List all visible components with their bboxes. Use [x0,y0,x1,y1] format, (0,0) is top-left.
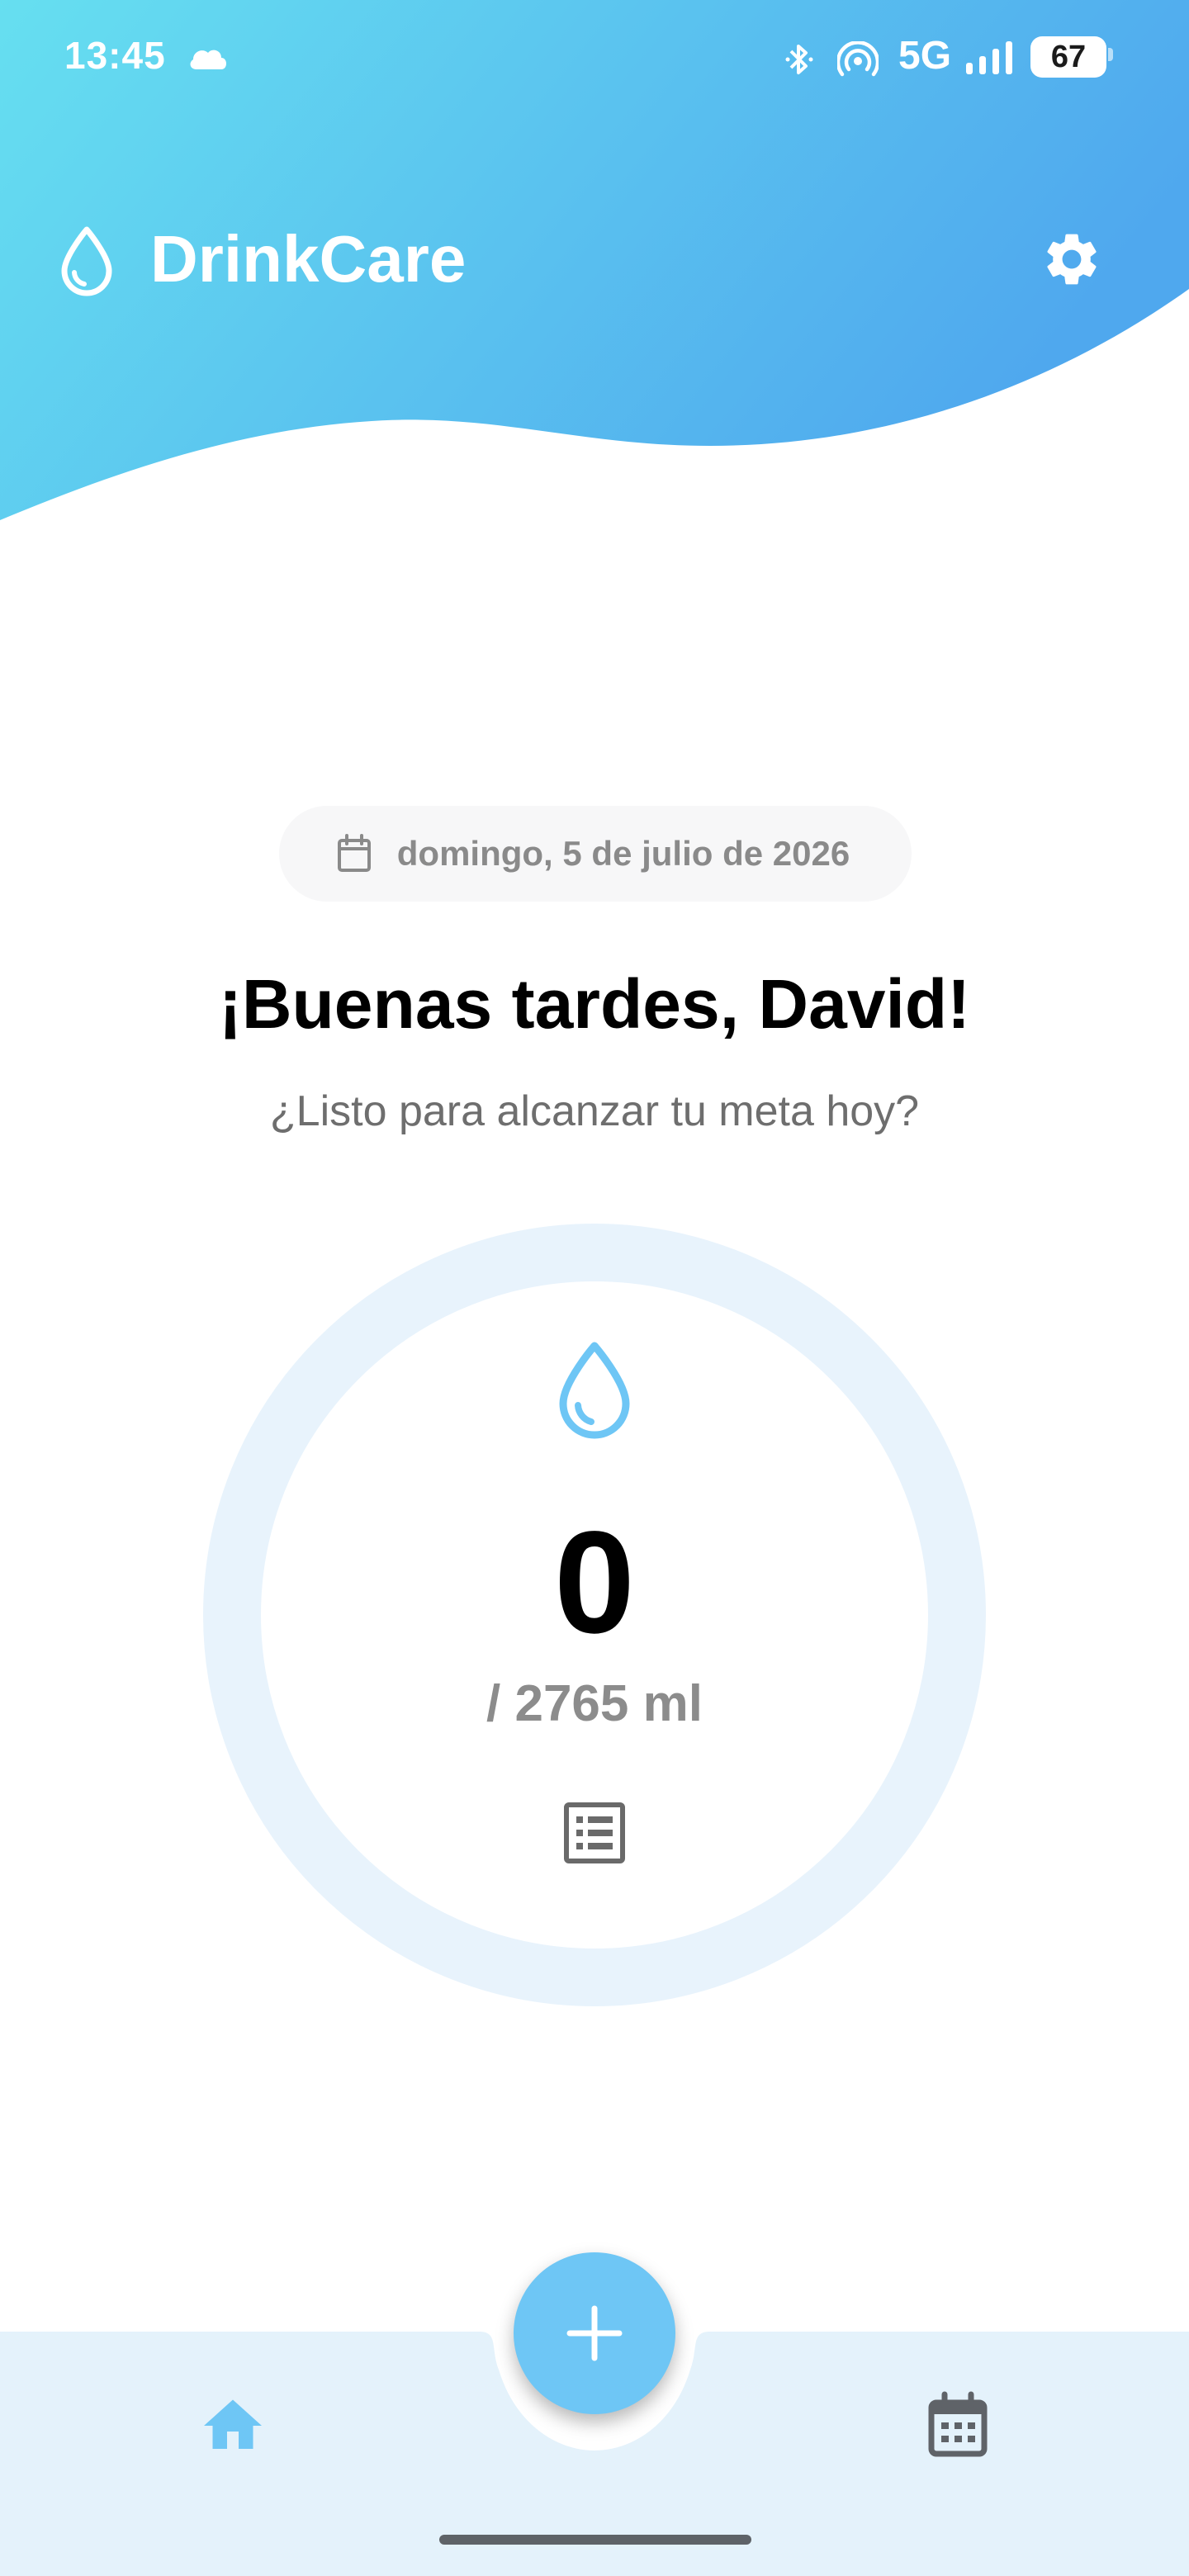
intake-goal: / 2765 ml [486,1675,703,1732]
nav-calendar-button[interactable] [923,2391,992,2460]
greeting-title: ¡Buenas tardes, David! [218,965,971,1043]
signal-icon [966,41,1012,74]
list-icon [564,1802,625,1863]
app-title: DrinkCare [150,222,467,296]
water-drop-outline-icon [61,226,112,296]
bluetooth-icon [785,45,813,74]
date-pill: domingo, 5 de julio de 2026 [279,806,912,902]
settings-button[interactable] [1040,228,1103,291]
greeting-subtitle: ¿Listo para alcanzar tu meta hoy? [269,1087,920,1135]
water-drop-icon [559,1342,630,1439]
network-type: 5G [898,34,952,78]
history-list-button[interactable] [561,1800,628,1866]
plus-icon [566,2305,623,2361]
gear-icon [1047,234,1097,285]
nav-home-button[interactable] [198,2391,268,2460]
battery-level: 67 [1050,40,1087,74]
date-text: domingo, 5 de julio de 2026 [396,834,850,873]
add-drink-button[interactable] [514,2252,675,2414]
status-time: 13:45 [64,34,166,77]
hotspot-icon [837,41,879,77]
calendar-icon [928,2391,988,2457]
status-bar: 13:45 5G 67 [0,0,1189,116]
cloud-icon [190,50,226,69]
home-indicator[interactable] [439,2535,751,2545]
home-icon [204,2399,262,2449]
intake-value: 0 [554,1502,635,1664]
battery-icon: 67 [1030,36,1106,78]
calendar-icon [337,834,371,872]
battery-tip [1108,48,1113,61]
